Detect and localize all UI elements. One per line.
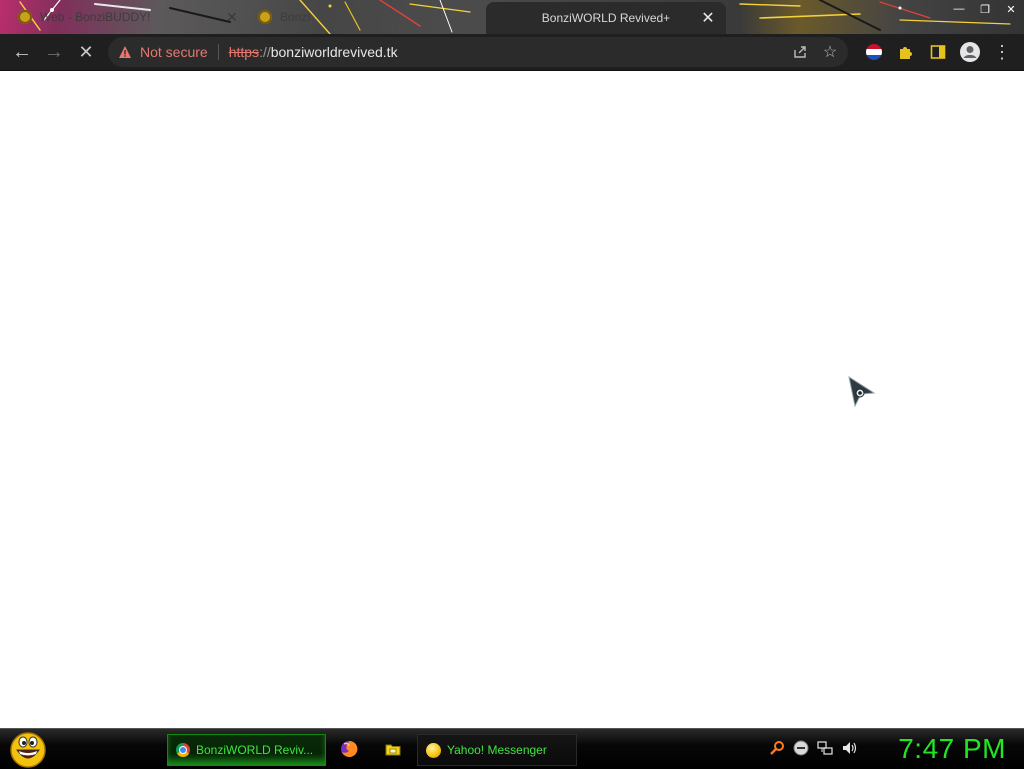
yahoo-messenger-icon — [426, 742, 441, 758]
task-label: Yahoo! Messenger — [447, 743, 547, 757]
mouse-cursor-icon — [848, 375, 876, 408]
side-panel-icon[interactable] — [926, 34, 950, 70]
browser-toolbar: ← → ✕ Not secure https :// bonziworldrev… — [0, 34, 1024, 71]
page-content-area[interactable] — [0, 71, 1024, 728]
menu-icon[interactable]: ⋮ — [990, 34, 1014, 70]
minimize-button[interactable]: — — [946, 0, 972, 18]
close-window-button[interactable]: ✕ — [998, 0, 1024, 18]
forward-button[interactable]: → — [40, 34, 68, 70]
back-button[interactable]: ← — [8, 34, 36, 70]
maximize-button[interactable]: ❐ — [972, 0, 998, 18]
taskbar-clock[interactable]: 7:47 PM — [898, 730, 1006, 768]
start-button-smiley-icon[interactable] — [8, 730, 48, 768]
tab-title: Bonzi — [280, 10, 311, 24]
tab-title: BonziWORLD Revived+ — [541, 11, 671, 25]
bonzi-favicon-icon — [18, 10, 32, 24]
warning-icon — [119, 46, 131, 58]
chrome-icon — [176, 743, 190, 757]
bonzi-favicon-icon — [258, 10, 272, 24]
url-host: bonziworldrevived.tk — [270, 44, 398, 60]
taskbar-yahoo-messenger[interactable]: Yahoo! Messenger — [417, 734, 577, 766]
status-icon[interactable] — [790, 737, 812, 759]
firefox-icon[interactable] — [338, 734, 360, 764]
url-separator: :// — [259, 44, 271, 60]
url-scheme: https — [228, 44, 260, 60]
profile-icon[interactable] — [956, 34, 984, 70]
star-icon[interactable]: ☆ — [818, 37, 842, 67]
tab-strip: Web - BonziBUDDY! ✕ Bonzi BonziWORLD Rev… — [0, 0, 1024, 34]
taskbar: BonziWORLD Reviv... Yahoo! Messenger 7:4… — [0, 728, 1024, 769]
tab-bonziworld-active[interactable]: BonziWORLD Revived+ ✕ — [486, 2, 726, 34]
volume-icon[interactable] — [838, 737, 860, 759]
search-icon[interactable] — [766, 737, 788, 759]
address-bar[interactable]: Not secure https :// bonziworldrevived.t… — [108, 37, 848, 67]
tab-close-icon[interactable]: ✕ — [224, 9, 240, 26]
puzzle-icon[interactable] — [894, 34, 918, 70]
tab-bonzi[interactable]: Bonzi — [258, 0, 478, 34]
folder-icon[interactable] — [382, 734, 404, 764]
task-label: BonziWORLD Reviv... — [196, 743, 314, 757]
tab-close-icon[interactable]: ✕ — [700, 8, 716, 28]
window-controls: — ❐ ✕ — [946, 0, 1024, 18]
taskbar-chrome-window[interactable]: BonziWORLD Reviv... — [167, 734, 326, 766]
tab-bonzibuddy[interactable]: Web - BonziBUDDY! ✕ — [18, 0, 240, 34]
address-divider — [217, 44, 219, 60]
stop-loading-button[interactable]: ✕ — [72, 34, 100, 70]
security-status[interactable]: Not secure — [140, 44, 208, 60]
extension-flag-icon[interactable] — [862, 34, 886, 70]
tab-title: Web - BonziBUDDY! — [40, 10, 151, 24]
network-icon[interactable] — [814, 737, 836, 759]
share-icon[interactable] — [788, 37, 812, 67]
